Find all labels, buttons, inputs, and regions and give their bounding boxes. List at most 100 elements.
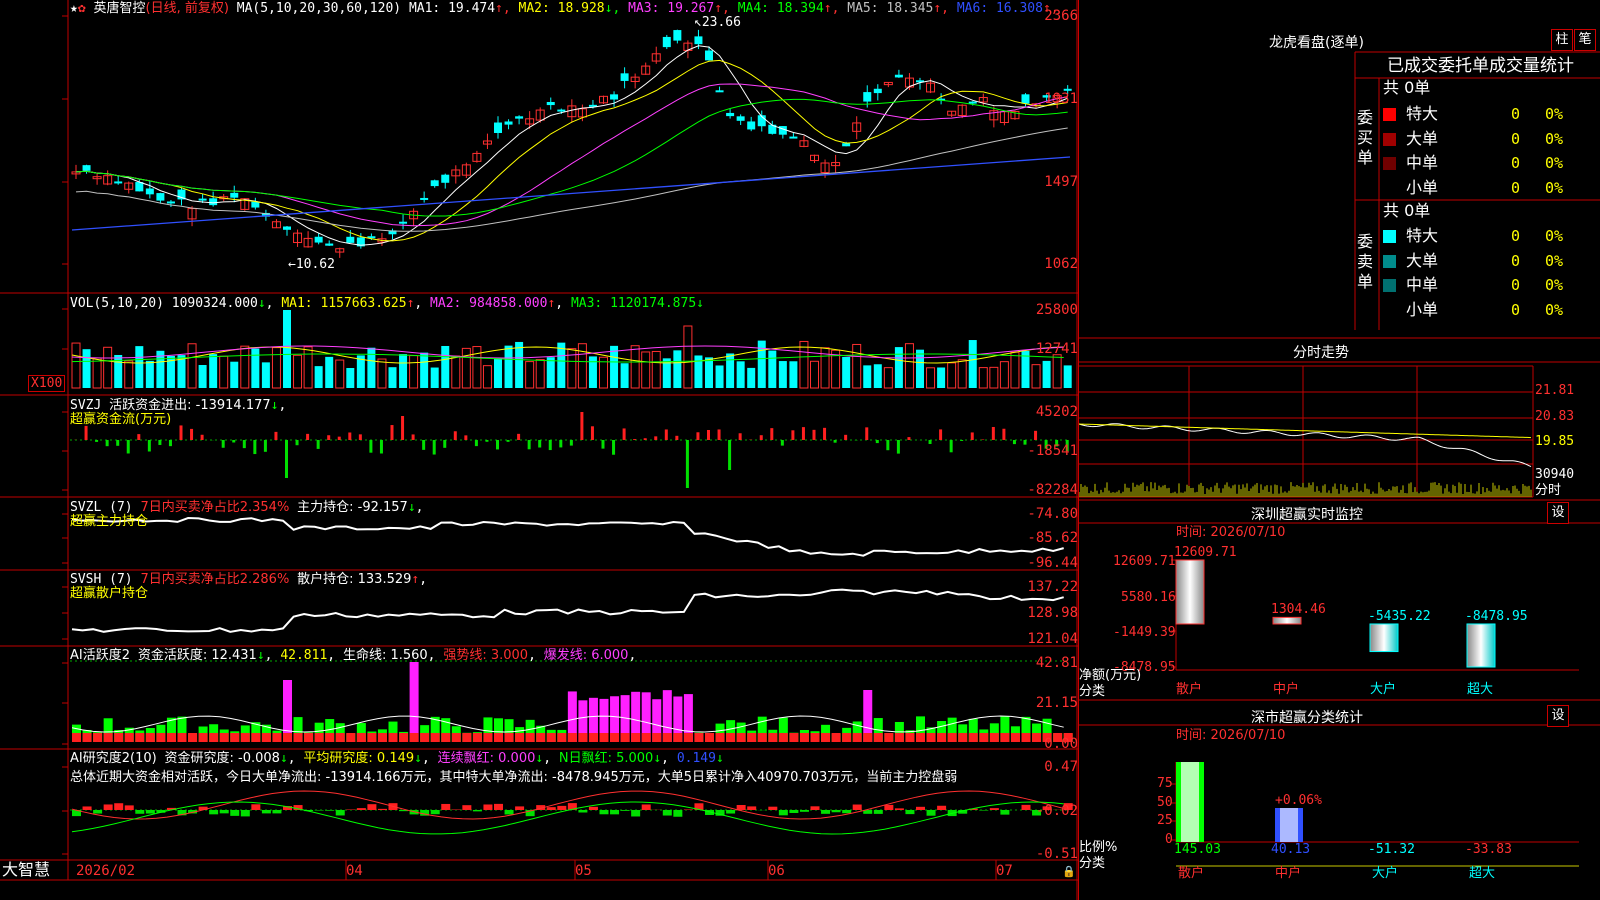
activity-base xyxy=(525,733,535,742)
sh-tick: 50 xyxy=(1157,795,1173,810)
dragon-title: 龙虎看盘(逐单) xyxy=(1269,35,1364,51)
activity-base xyxy=(536,733,546,742)
flow-bar xyxy=(738,433,742,440)
activity-base xyxy=(145,733,155,742)
order-type-label: 大单 xyxy=(1406,128,1439,148)
volume-bar xyxy=(388,367,397,388)
sh-bar-highlight xyxy=(1280,808,1298,842)
flow-bar xyxy=(84,425,88,440)
flow-bar xyxy=(1002,428,1006,440)
volume-bar xyxy=(441,345,450,388)
research-bar xyxy=(494,803,503,810)
activity-base xyxy=(483,733,493,742)
sz-tick: 12609.71 xyxy=(1113,554,1176,569)
candle-down xyxy=(673,30,682,41)
ma-label: MA(5,10,20,30,60,120) xyxy=(236,1,402,16)
activity-base xyxy=(124,733,134,742)
research-bar xyxy=(145,810,155,814)
research-bar xyxy=(842,810,852,814)
volume-bar xyxy=(873,364,882,388)
activity-base xyxy=(662,733,672,742)
order-pct: 0% xyxy=(1545,300,1564,319)
sz-bar xyxy=(1175,559,1205,625)
research-bar xyxy=(641,804,651,810)
activity-base xyxy=(156,733,166,742)
volume-bar xyxy=(852,343,862,389)
volume-bar xyxy=(978,367,988,389)
activity-base xyxy=(588,733,598,742)
ai-act-tick: 0.00 xyxy=(1044,736,1078,752)
order-type-label: 小单 xyxy=(1406,299,1439,319)
activity-base xyxy=(989,733,999,742)
research-bar xyxy=(578,810,588,813)
flow-bar xyxy=(506,440,510,442)
activity-base xyxy=(620,733,630,742)
sh-cat-label: 中户 xyxy=(1275,866,1302,881)
svzl-line xyxy=(71,516,1064,557)
candle-down xyxy=(314,236,323,243)
sz-time: 时间: 2026/07/10 xyxy=(1176,525,1286,540)
volume-bar xyxy=(504,345,513,388)
dragon-tab[interactable]: 已成交委托单成交量统计 xyxy=(1387,56,1574,76)
sz-tick: 5580.16 xyxy=(1121,590,1176,605)
sh-cat-value: -51.32 xyxy=(1368,842,1415,857)
order-value: 0 xyxy=(1511,227,1521,245)
volume-bar xyxy=(620,363,629,388)
flow-bar xyxy=(390,425,394,440)
research-bar xyxy=(937,805,947,810)
activity-base xyxy=(451,733,461,742)
activity-base xyxy=(240,733,250,742)
activity-base xyxy=(546,733,556,742)
volume-bar xyxy=(789,361,798,388)
activity-base xyxy=(409,733,419,742)
flow-bar xyxy=(274,431,278,440)
sz-cat-label: 散户 xyxy=(1176,682,1203,697)
volume-bar xyxy=(135,346,144,388)
bar-mode-button[interactable]: 柱 xyxy=(1551,29,1573,51)
side-panel: 龙虎看盘(逐单) 柱 笔 已成交委托单成交量统计 委买单 委卖单 共 0单 共 … xyxy=(1078,0,1600,900)
candle-down xyxy=(968,101,977,104)
activity-base xyxy=(789,733,799,742)
research-bar xyxy=(884,804,894,810)
volume-bar xyxy=(515,341,524,388)
flow-bar xyxy=(137,434,141,440)
candle-down xyxy=(114,181,123,184)
flow-bar xyxy=(928,440,932,444)
ai-act-tick: 21.15 xyxy=(1035,695,1078,711)
volume-bar xyxy=(863,365,872,388)
volume-bar xyxy=(303,346,313,389)
candle-down xyxy=(662,36,671,48)
activity-base xyxy=(420,733,430,742)
tick-mode-button[interactable]: 笔 xyxy=(1574,29,1596,51)
flow-bar xyxy=(453,431,457,440)
volume-bar xyxy=(356,355,365,388)
research-bar xyxy=(219,810,229,814)
ma-arrow: ↓, xyxy=(604,1,629,16)
research-bar xyxy=(240,810,250,817)
ma-line-120 xyxy=(71,156,1071,231)
research-bar xyxy=(483,804,493,810)
main-chart-area[interactable]: ★✿ 英唐智控(日线, 前复权) MA(5,10,20,30,60,120) M… xyxy=(0,0,1078,900)
low-mark: ←10.62 xyxy=(288,257,335,272)
ai-act-header: AI活跃度2 资金活跃度: 12.431↓, 42.811, 生命线: 1.56… xyxy=(70,648,637,663)
flow-bar xyxy=(612,440,616,455)
order-type-label: 小单 xyxy=(1406,177,1439,197)
activity-base xyxy=(926,733,936,742)
flow-bar xyxy=(896,440,900,454)
research-bar xyxy=(599,810,609,815)
star-icon[interactable]: ★ xyxy=(70,1,78,16)
flow-bar xyxy=(833,440,837,443)
research-bar xyxy=(230,810,240,816)
sz-ylabel: 净额(万元) xyxy=(1079,668,1142,683)
volume-bar xyxy=(778,361,787,388)
volume-bar xyxy=(588,356,597,388)
sh-settings-button[interactable]: 设 xyxy=(1547,705,1569,727)
volume-bar xyxy=(651,350,661,389)
favorite-icon[interactable]: ✿ xyxy=(78,1,86,16)
volume-bar xyxy=(82,349,91,388)
lock-icon[interactable]: 🔒 xyxy=(1062,864,1076,879)
flow-bar xyxy=(168,440,172,447)
sz-settings-button[interactable]: 设 xyxy=(1547,502,1569,524)
activity-base xyxy=(715,733,725,742)
intraday-avg-line xyxy=(1079,423,1532,439)
